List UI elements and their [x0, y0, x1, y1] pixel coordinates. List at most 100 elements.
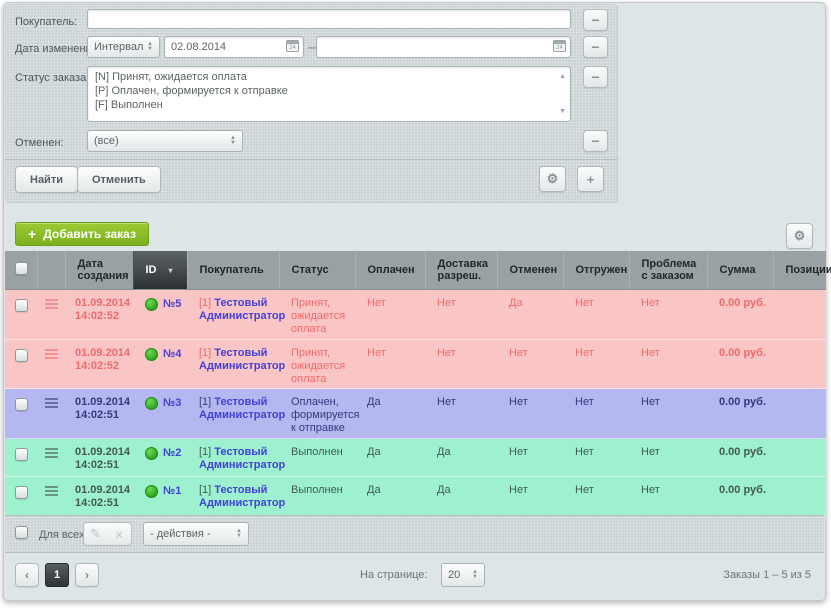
- per-page-select[interactable]: 20 ▲▼: [441, 563, 485, 587]
- shipped-flag: Нет: [575, 396, 594, 408]
- table-row: 01.09.2014 14:02:51 №2 [1] Тестовый Адми…: [5, 439, 826, 477]
- cancelled-select[interactable]: (все) ▲▼: [87, 130, 243, 152]
- buyer-id-prefix: [1]: [199, 297, 211, 309]
- minus-icon: −: [591, 12, 599, 28]
- per-page-label: На странице:: [360, 569, 427, 581]
- orders-summary: Заказы 1 – 5 из 5: [723, 569, 811, 581]
- column-header-id[interactable]: ID▾: [133, 251, 187, 290]
- row-checkbox[interactable]: [15, 299, 28, 312]
- calendar-icon[interactable]: 24: [553, 40, 566, 52]
- page-button-1[interactable]: 1: [45, 563, 69, 587]
- find-button[interactable]: Найти: [15, 166, 78, 193]
- spinner-icon: ▲▼: [472, 570, 478, 580]
- remove-status-filter-button[interactable]: −: [583, 66, 608, 88]
- status-dot-icon: [145, 447, 158, 460]
- order-sum: 0.00 руб.: [719, 297, 766, 309]
- paid-flag: Да: [367, 396, 381, 408]
- bulk-delete-button[interactable]: ×: [107, 522, 132, 546]
- column-header-sum[interactable]: Сумма: [707, 251, 773, 290]
- date-to-input[interactable]: [316, 36, 571, 58]
- column-header-shipped[interactable]: Отгружен: [563, 251, 629, 290]
- chevron-left-icon: ‹: [25, 568, 29, 582]
- order-status: Оплачен, формируется к отправке: [291, 396, 360, 434]
- remove-buyer-filter-button[interactable]: −: [583, 9, 608, 31]
- remove-cancelled-filter-button[interactable]: −: [583, 130, 608, 152]
- status-option[interactable]: [N] Принят, ожидается оплата: [95, 70, 550, 84]
- column-header-problem[interactable]: Проблема с заказом: [629, 251, 707, 290]
- shipped-flag: Нет: [575, 347, 594, 359]
- filter-settings-button[interactable]: ⚙: [539, 166, 566, 192]
- row-checkbox[interactable]: [15, 349, 28, 362]
- row-menu-icon[interactable]: [45, 349, 58, 361]
- column-header-delivery[interactable]: Доставка разреш.: [425, 251, 497, 290]
- row-checkbox[interactable]: [15, 448, 28, 461]
- row-menu-icon[interactable]: [45, 299, 58, 311]
- column-header-status[interactable]: Статус: [279, 251, 355, 290]
- close-icon: ×: [115, 527, 123, 542]
- order-sum: 0.00 руб.: [719, 347, 766, 359]
- date-mode-select[interactable]: Интервал ▲▼: [87, 36, 160, 58]
- buyer-id-prefix: [1]: [199, 446, 211, 458]
- bulk-all-checkbox[interactable]: [15, 526, 28, 539]
- scroll-down-icon[interactable]: ▼: [559, 108, 566, 115]
- buyer-link[interactable]: Тестовый Администратор: [199, 347, 285, 372]
- cancelled-flag: Нет: [509, 484, 528, 496]
- delivery-allowed-flag: Да: [437, 446, 451, 458]
- cancel-filter-button[interactable]: Отменить: [77, 166, 161, 193]
- status-dot-icon: [145, 485, 158, 498]
- column-header-buyer[interactable]: Покупатель: [187, 251, 279, 290]
- order-id-link[interactable]: №4: [163, 348, 181, 361]
- column-header-cancelled[interactable]: Отменен: [497, 251, 563, 290]
- sort-desc-icon: ▾: [169, 266, 173, 275]
- buyer-link[interactable]: Тестовый Администратор: [199, 396, 285, 421]
- row-checkbox[interactable]: [15, 398, 28, 411]
- status-option[interactable]: [F] Выполнен: [95, 98, 550, 112]
- status-dot-icon: [145, 397, 158, 410]
- remove-date-filter-button[interactable]: −: [583, 36, 608, 58]
- problem-flag: Нет: [641, 446, 660, 458]
- pencil-icon: ✎: [90, 526, 101, 542]
- status-dot-icon: [145, 348, 158, 361]
- scroll-up-icon[interactable]: ▲: [559, 73, 566, 80]
- shipped-flag: Нет: [575, 297, 594, 309]
- buyer-id-prefix: [1]: [199, 396, 211, 408]
- row-menu-icon[interactable]: [45, 398, 58, 410]
- paid-flag: Да: [367, 446, 381, 458]
- next-page-button[interactable]: ›: [75, 563, 99, 587]
- select-all-checkbox[interactable]: [15, 262, 28, 275]
- order-created-date: 01.09.2014 14:02:51: [75, 446, 130, 471]
- row-checkbox[interactable]: [15, 486, 28, 499]
- buyer-link[interactable]: Тестовый Администратор: [199, 446, 285, 471]
- order-sum: 0.00 руб.: [719, 446, 766, 458]
- row-menu-icon[interactable]: [45, 448, 58, 460]
- order-id-link[interactable]: №3: [163, 397, 181, 410]
- add-order-button[interactable]: + Добавить заказ: [15, 222, 149, 246]
- column-header-date[interactable]: Дата создания: [65, 251, 133, 290]
- minus-icon: −: [591, 133, 599, 149]
- bulk-edit-button[interactable]: ✎: [83, 522, 108, 546]
- prev-page-button[interactable]: ‹: [15, 563, 39, 587]
- bulk-actions-select[interactable]: - действия - ▲▼: [143, 522, 249, 546]
- add-filter-button[interactable]: +: [577, 166, 604, 192]
- buyer-link[interactable]: Тестовый Администратор: [199, 297, 285, 322]
- buyer-link[interactable]: Тестовый Администратор: [199, 484, 285, 509]
- date-from-input[interactable]: [164, 36, 304, 58]
- table-settings-button[interactable]: ⚙: [786, 223, 813, 249]
- order-status-listbox[interactable]: [N] Принят, ожидается оплата[P] Оплачен,…: [87, 66, 571, 122]
- column-header-paid[interactable]: Оплачен: [355, 251, 425, 290]
- status-option[interactable]: [P] Оплачен, формируется к отправке: [95, 84, 550, 98]
- buyer-filter-input[interactable]: [87, 9, 571, 29]
- gear-icon: ⚙: [794, 228, 806, 244]
- problem-flag: Нет: [641, 396, 660, 408]
- order-id-link[interactable]: №5: [163, 298, 181, 311]
- order-created-date: 01.09.2014 14:02:52: [75, 347, 130, 372]
- row-menu-icon[interactable]: [45, 486, 58, 498]
- order-status-filter-label: Статус заказа:: [15, 72, 89, 84]
- paid-flag: Нет: [367, 347, 386, 359]
- minus-icon: −: [591, 39, 599, 55]
- calendar-icon[interactable]: 24: [286, 40, 299, 52]
- order-id-link[interactable]: №2: [163, 447, 181, 460]
- table-row: 01.09.2014 14:02:51 №3 [1] Тестовый Адми…: [5, 389, 826, 439]
- order-id-link[interactable]: №1: [163, 485, 181, 498]
- column-header-positions[interactable]: Позиции: [773, 251, 826, 290]
